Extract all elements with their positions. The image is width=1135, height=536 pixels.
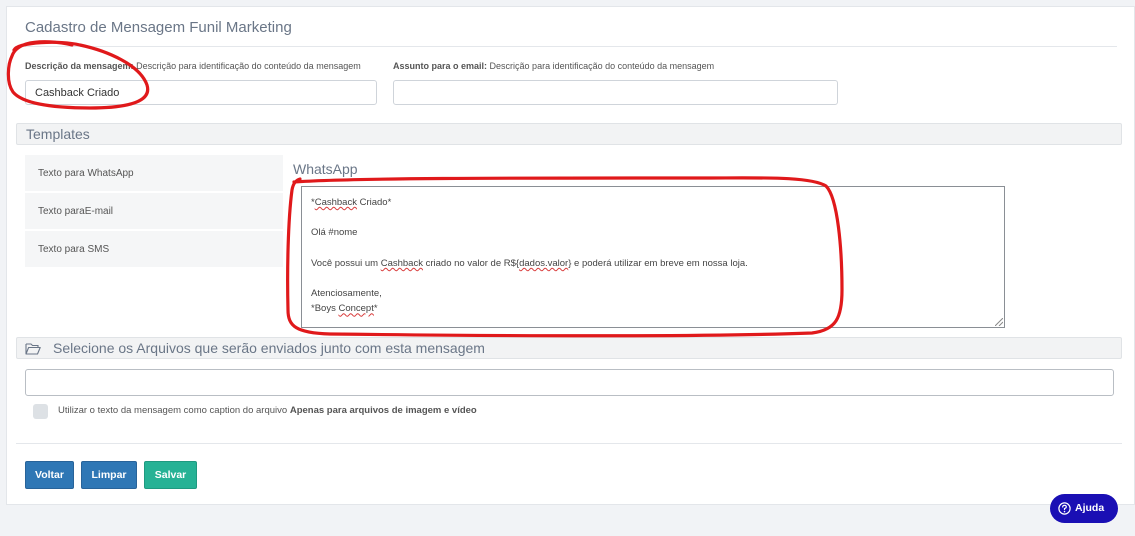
description-label-text: Descrição da mensagem: xyxy=(25,61,134,71)
caption-label: Utilizar o texto da mensagem como captio… xyxy=(58,405,477,416)
editor-line: Atenciosamente, xyxy=(311,288,382,300)
files-section-title: Selecione os Arquivos que serão enviados… xyxy=(53,340,485,356)
page-title: Cadastro de Mensagem Funil Marketing xyxy=(25,19,292,36)
editor-line: *Boys Concept* xyxy=(311,303,378,315)
subject-label: Assunto para o email: Descrição para ide… xyxy=(393,61,714,71)
templates-section-header: Templates xyxy=(16,123,1122,145)
description-hint: Descrição para identificação do conteúdo… xyxy=(136,61,361,71)
footer-divider xyxy=(16,443,1122,444)
subject-input[interactable] xyxy=(393,80,838,105)
help-label: Ajuda xyxy=(1075,502,1105,514)
whatsapp-message-textarea[interactable]: *Cashback Criado* Olá #nome Você possui … xyxy=(301,186,1005,328)
description-input[interactable] xyxy=(25,80,377,105)
tab-email[interactable]: Texto paraE-mail xyxy=(25,193,283,230)
spellcheck-word: Concept xyxy=(338,303,374,315)
caption-label-text: Utilizar o texto da mensagem como captio… xyxy=(58,405,288,416)
templates-section-title: Templates xyxy=(26,126,90,142)
editor-line: Olá #nome xyxy=(311,227,358,239)
tab-whatsapp-label: Texto para WhatsApp xyxy=(38,168,134,179)
subject-label-text: Assunto para o email: xyxy=(393,61,488,71)
folder-open-icon xyxy=(25,343,41,355)
question-circle-icon xyxy=(1058,502,1071,515)
caption-checkbox[interactable] xyxy=(33,404,48,419)
tab-whatsapp[interactable]: Texto para WhatsApp xyxy=(25,155,283,192)
files-section-header: Selecione os Arquivos que serão enviados… xyxy=(16,337,1122,359)
description-label: Descrição da mensagem: Descrição para id… xyxy=(25,61,361,71)
editor-line: Você possui um Cashback criado no valor … xyxy=(311,257,748,269)
resize-grip-icon[interactable] xyxy=(995,318,1003,326)
tab-email-label: Texto paraE-mail xyxy=(38,206,114,217)
clear-button[interactable]: Limpar xyxy=(81,461,137,489)
tab-sms[interactable]: Texto para SMS xyxy=(25,231,283,268)
tab-sms-label: Texto para SMS xyxy=(38,244,110,255)
editor-title: WhatsApp xyxy=(293,161,358,177)
title-divider xyxy=(25,46,1117,47)
caption-label-bold: Apenas para arquivos de imagem e vídeo xyxy=(289,405,477,416)
subject-hint: Descrição para identificação do conteúdo… xyxy=(489,61,715,71)
help-button[interactable]: Ajuda xyxy=(1050,494,1118,523)
spellcheck-word: Cashback xyxy=(314,197,357,208)
editor-line: *Cashback Criado* xyxy=(311,197,392,208)
spellcheck-word: Cashback xyxy=(380,257,423,269)
spellcheck-word: dados.valor xyxy=(519,257,569,269)
back-button[interactable]: Voltar xyxy=(25,461,74,489)
save-button[interactable]: Salvar xyxy=(144,461,197,489)
file-upload-input[interactable] xyxy=(25,369,1114,396)
